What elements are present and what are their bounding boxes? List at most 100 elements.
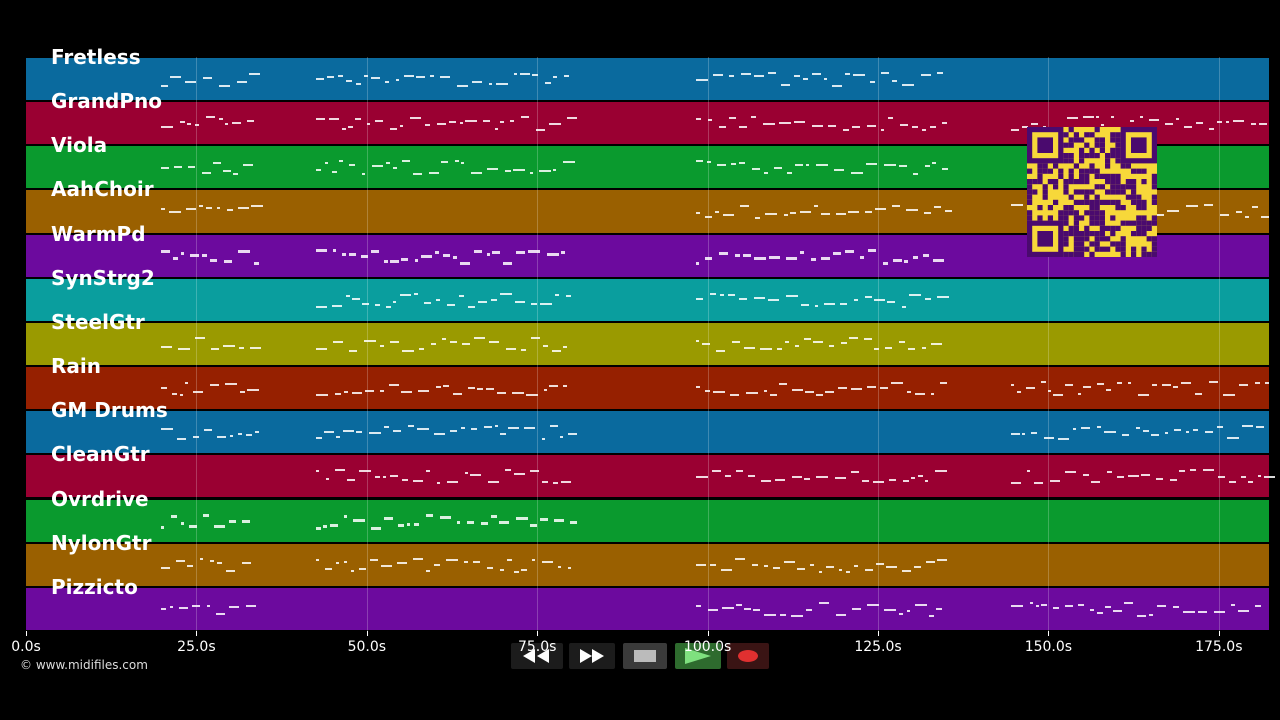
note-mark [497, 392, 506, 395]
note-mark [1218, 476, 1225, 479]
note-mark [240, 391, 245, 394]
note-mark [486, 388, 494, 391]
note-mark [214, 524, 225, 528]
note-mark [1156, 478, 1163, 481]
note-mark [487, 252, 490, 256]
note-mark [558, 565, 561, 568]
note-mark [441, 161, 448, 164]
note-mark [1165, 432, 1168, 435]
note-mark [728, 293, 735, 296]
note-mark [187, 123, 191, 126]
note-mark [563, 345, 567, 348]
note-mark [415, 258, 418, 262]
note-mark [210, 258, 217, 262]
note-mark [743, 253, 751, 257]
note-mark [505, 469, 511, 472]
note-mark [705, 216, 712, 219]
note-mark [1149, 119, 1159, 122]
note-mark [851, 388, 862, 391]
note-mark [362, 173, 365, 176]
note-mark [246, 604, 256, 607]
note-mark [1241, 476, 1246, 479]
note-mark [386, 305, 391, 308]
note-mark [1173, 386, 1178, 389]
note-mark [505, 170, 511, 173]
note-mark [922, 129, 926, 132]
note-mark [563, 385, 567, 388]
note-mark [188, 166, 195, 169]
note-mark [499, 520, 509, 524]
note-mark [868, 248, 876, 252]
note-mark [1259, 123, 1267, 126]
note-mark [316, 558, 319, 561]
note-mark [554, 518, 564, 522]
stop-button[interactable] [623, 643, 667, 669]
note-mark [853, 74, 865, 76]
note-mark [545, 82, 551, 84]
track-name: NylonGtr [51, 530, 152, 555]
note-mark [1238, 609, 1249, 612]
note-mark [453, 255, 457, 259]
note-mark [696, 476, 708, 479]
note-mark [316, 169, 321, 172]
note-mark [811, 257, 816, 261]
note-mark [1220, 214, 1229, 217]
note-mark [397, 561, 407, 564]
note-mark [239, 346, 244, 349]
note-mark [893, 258, 902, 262]
note-mark [417, 428, 429, 431]
note-mark [434, 563, 440, 566]
record-icon [738, 650, 758, 662]
note-mark [530, 172, 533, 175]
record-button[interactable] [727, 643, 769, 669]
note-mark [754, 296, 765, 299]
track-row: Pizzicto [26, 575, 1269, 630]
note-mark [521, 116, 529, 119]
note-mark [513, 169, 525, 172]
note-mark [740, 205, 749, 208]
note-mark [507, 558, 512, 561]
note-mark [474, 249, 482, 253]
note-mark [344, 391, 348, 394]
note-mark [1255, 382, 1260, 385]
note-mark [161, 525, 164, 529]
note-mark [826, 565, 834, 568]
note-mark [353, 518, 365, 522]
note-mark [1122, 434, 1129, 437]
note-mark [719, 251, 728, 255]
note-mark [467, 520, 474, 524]
note-mark [202, 253, 207, 257]
note-mark [705, 256, 712, 260]
track-name: Pizzicto [51, 574, 138, 599]
note-mark [170, 76, 181, 78]
note-mark [229, 519, 236, 523]
note-mark [436, 386, 441, 389]
note-mark [370, 558, 378, 561]
note-mark [862, 480, 869, 483]
note-mark [532, 74, 538, 76]
note-mark [801, 303, 809, 306]
note-mark [932, 162, 936, 165]
note-mark [889, 479, 896, 482]
note-mark [840, 302, 847, 305]
note-mark [477, 388, 483, 391]
note-mark [1184, 126, 1192, 129]
fast-forward-button[interactable] [569, 643, 615, 669]
note-mark [825, 391, 834, 394]
note-mark [710, 563, 716, 566]
note-mark [316, 394, 328, 397]
note-mark [710, 292, 716, 295]
note-mark [887, 300, 895, 303]
note-mark [471, 428, 477, 431]
note-mark [249, 73, 260, 75]
note-mark [547, 252, 559, 256]
note-mark [753, 608, 760, 611]
note-mark [195, 124, 199, 127]
note-mark [207, 604, 210, 607]
note-mark [254, 261, 259, 265]
note-mark [816, 476, 828, 479]
note-mark [713, 391, 725, 394]
note-mark [349, 349, 357, 352]
note-mark [496, 83, 508, 85]
note-mark [867, 125, 876, 128]
